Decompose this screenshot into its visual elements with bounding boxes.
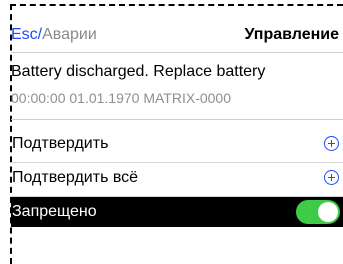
breadcrumb-current: Аварии [42, 26, 97, 43]
forbidden-toggle-switch[interactable] [296, 200, 340, 224]
meta-divider [11, 119, 343, 120]
confirm-button[interactable]: Подтвердить [11, 129, 343, 163]
header-bar: Esc/Аварии Управление [11, 23, 343, 47]
confirm-all-button[interactable]: Подтвердить всё [11, 163, 343, 197]
plus-circle-icon[interactable] [324, 136, 339, 151]
forbidden-toggle-row[interactable]: Запрещено [11, 197, 343, 227]
breadcrumb: Esc/Аварии [11, 23, 97, 47]
alarm-meta: 00:00:00 01.01.1970 MATRIX-0000 [11, 90, 232, 106]
plus-circle-icon[interactable] [324, 170, 339, 185]
frame-top-dashed-border [10, 4, 343, 6]
forbidden-toggle-label: Запрещено [12, 203, 97, 220]
header-divider [11, 52, 343, 53]
toggle-knob [318, 202, 338, 222]
confirm-button-label: Подтвердить [12, 135, 109, 152]
alarm-message: Battery discharged. Replace battery [11, 63, 266, 80]
breadcrumb-back-link[interactable]: Esc [11, 26, 38, 43]
confirm-all-button-label: Подтвердить всё [12, 169, 139, 186]
page-title: Управление [244, 26, 339, 43]
